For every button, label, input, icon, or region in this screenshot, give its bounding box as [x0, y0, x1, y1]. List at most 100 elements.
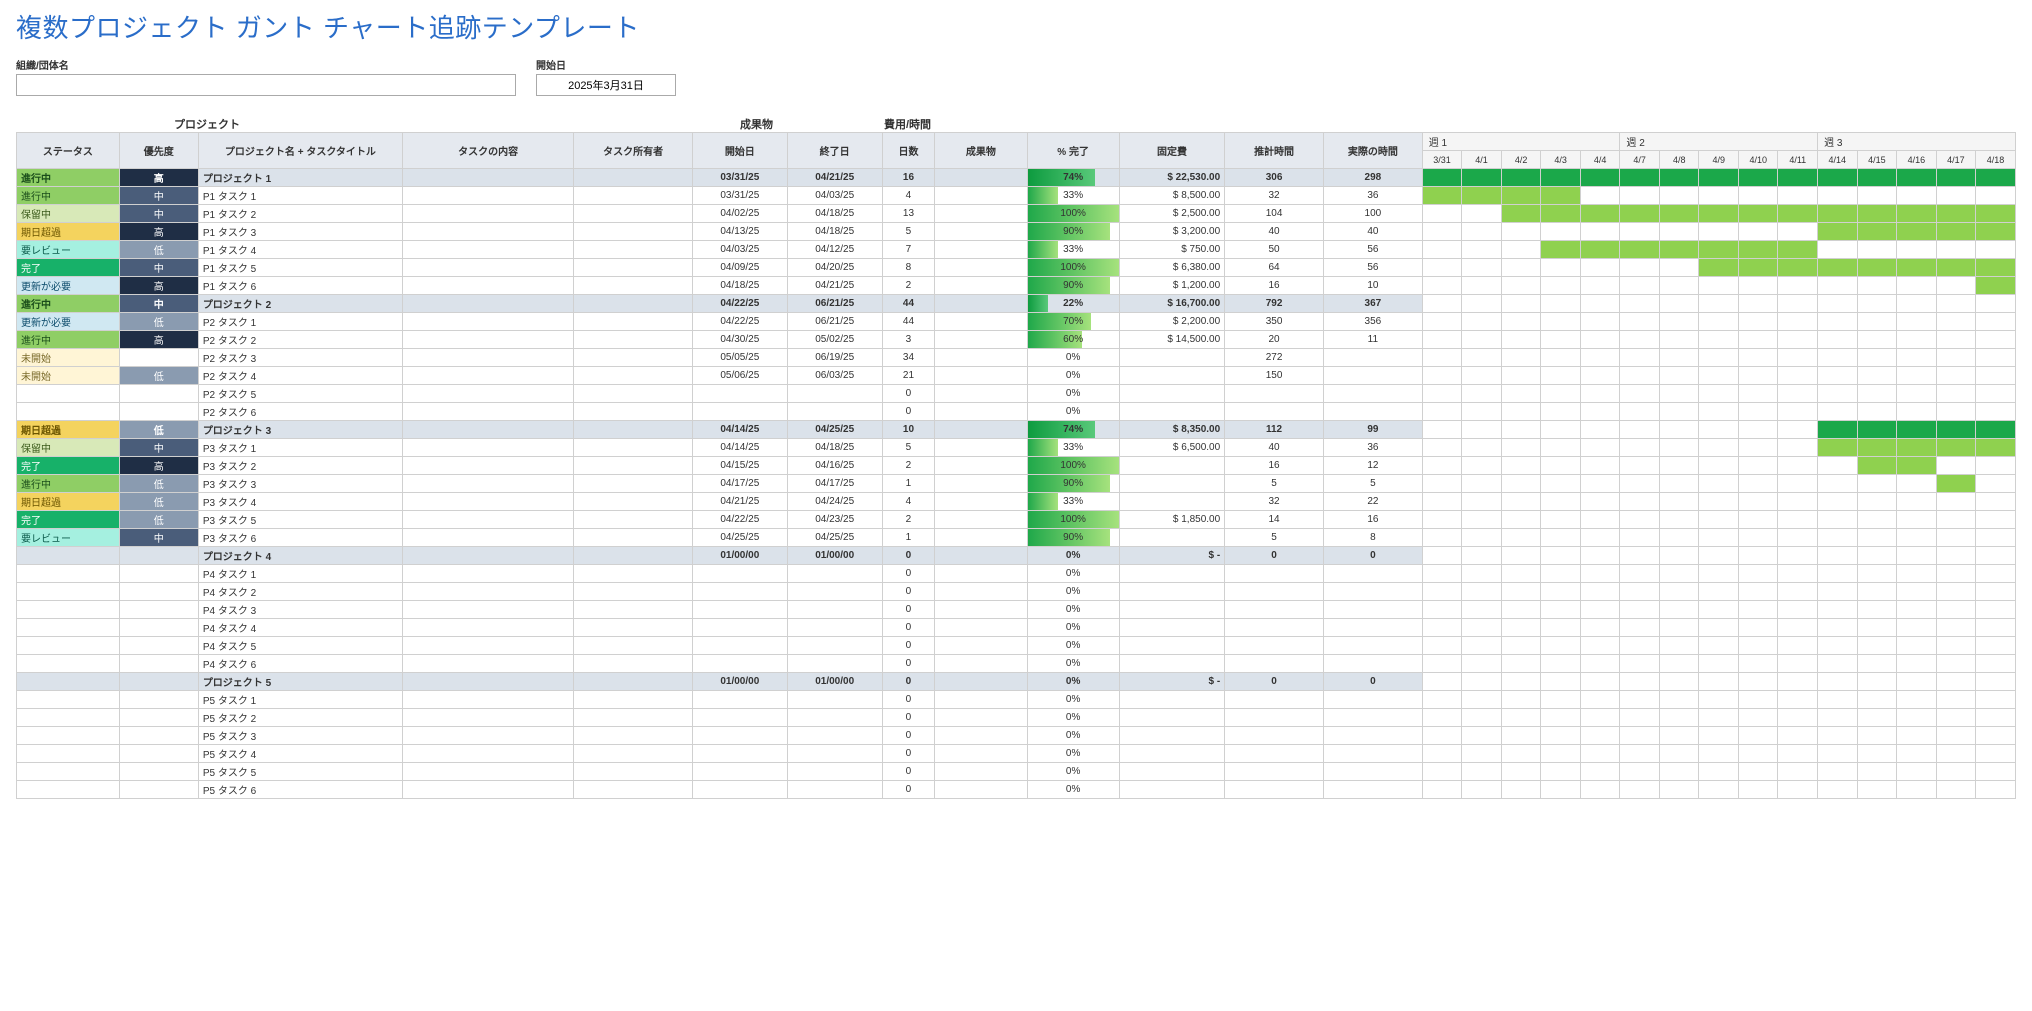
gantt-cell[interactable] — [1976, 619, 2016, 637]
owner-cell[interactable] — [574, 529, 693, 547]
deliverable-cell[interactable] — [935, 367, 1027, 385]
start-cell[interactable]: 04/09/25 — [692, 259, 787, 277]
gantt-cell[interactable] — [1501, 763, 1541, 781]
pct-cell[interactable]: 100% — [1027, 457, 1119, 475]
cost-cell[interactable]: $ 22,530.00 — [1119, 169, 1224, 187]
end-cell[interactable] — [787, 619, 882, 637]
owner-cell[interactable] — [574, 601, 693, 619]
act-cell[interactable] — [1323, 619, 1422, 637]
priority-cell[interactable] — [119, 349, 198, 367]
gantt-cell[interactable] — [1778, 223, 1818, 241]
deliverable-cell[interactable] — [935, 241, 1027, 259]
gantt-cell[interactable] — [1620, 187, 1660, 205]
gantt-cell[interactable] — [1462, 781, 1502, 799]
gantt-cell[interactable] — [1580, 295, 1620, 313]
gantt-cell[interactable] — [1699, 277, 1739, 295]
days-cell[interactable]: 13 — [882, 205, 935, 223]
task-row[interactable]: 期日超過低P3 タスク 404/21/2504/24/25433%3222 — [17, 493, 2016, 511]
name-cell[interactable]: P4 タスク 5 — [198, 637, 402, 655]
gantt-cell[interactable] — [1541, 367, 1581, 385]
end-cell[interactable]: 04/16/25 — [787, 457, 882, 475]
gantt-cell[interactable] — [1462, 367, 1502, 385]
end-cell[interactable]: 04/18/25 — [787, 205, 882, 223]
gantt-cell[interactable] — [1501, 529, 1541, 547]
gantt-cell[interactable] — [1462, 403, 1502, 421]
gantt-cell[interactable] — [1936, 169, 1976, 187]
est-cell[interactable] — [1225, 619, 1324, 637]
pct-cell[interactable]: 90% — [1027, 223, 1119, 241]
act-cell[interactable] — [1323, 601, 1422, 619]
est-cell[interactable]: 16 — [1225, 277, 1324, 295]
gantt-cell[interactable] — [1778, 637, 1818, 655]
gantt-cell[interactable] — [1897, 709, 1937, 727]
gantt-cell[interactable] — [1738, 421, 1778, 439]
gantt-cell[interactable] — [1857, 421, 1897, 439]
gantt-cell[interactable] — [1541, 691, 1581, 709]
gantt-cell[interactable] — [1778, 295, 1818, 313]
est-cell[interactable] — [1225, 709, 1324, 727]
gantt-cell[interactable] — [1936, 745, 1976, 763]
priority-cell[interactable]: 中 — [119, 187, 198, 205]
gantt-cell[interactable] — [1738, 331, 1778, 349]
priority-cell[interactable]: 中 — [119, 259, 198, 277]
task-row[interactable]: P5 タスク 300% — [17, 727, 2016, 745]
content-cell[interactable] — [403, 781, 574, 799]
gantt-cell[interactable] — [1462, 259, 1502, 277]
gantt-cell[interactable] — [1580, 349, 1620, 367]
gantt-cell[interactable] — [1857, 277, 1897, 295]
est-cell[interactable]: 104 — [1225, 205, 1324, 223]
gantt-cell[interactable] — [1738, 403, 1778, 421]
status-cell[interactable]: 更新が必要 — [17, 277, 120, 295]
end-cell[interactable]: 05/02/25 — [787, 331, 882, 349]
project-row[interactable]: プロジェクト 401/00/0001/00/0000%$ -00 — [17, 547, 2016, 565]
deliverable-cell[interactable] — [935, 619, 1027, 637]
task-row[interactable]: P4 タスク 600% — [17, 655, 2016, 673]
pct-cell[interactable]: 0% — [1027, 781, 1119, 799]
gantt-cell[interactable] — [1541, 781, 1581, 799]
gantt-cell[interactable] — [1541, 655, 1581, 673]
cost-cell[interactable] — [1119, 781, 1224, 799]
start-cell[interactable]: 04/22/25 — [692, 511, 787, 529]
gantt-cell[interactable] — [1897, 619, 1937, 637]
pct-cell[interactable]: 22% — [1027, 295, 1119, 313]
gantt-cell[interactable] — [1936, 457, 1976, 475]
gantt-cell[interactable] — [1976, 727, 2016, 745]
gantt-cell[interactable] — [1699, 547, 1739, 565]
gantt-cell[interactable] — [1778, 529, 1818, 547]
gantt-cell[interactable] — [1976, 475, 2016, 493]
gantt-cell[interactable] — [1936, 187, 1976, 205]
gantt-cell[interactable] — [1699, 295, 1739, 313]
gantt-cell[interactable] — [1897, 403, 1937, 421]
start-cell[interactable]: 04/30/25 — [692, 331, 787, 349]
content-cell[interactable] — [403, 529, 574, 547]
content-cell[interactable] — [403, 331, 574, 349]
cost-cell[interactable]: $ 1,200.00 — [1119, 277, 1224, 295]
gantt-cell[interactable] — [1778, 619, 1818, 637]
content-cell[interactable] — [403, 187, 574, 205]
gantt-cell[interactable] — [1501, 691, 1541, 709]
gantt-cell[interactable] — [1620, 295, 1660, 313]
deliverable-cell[interactable] — [935, 331, 1027, 349]
gantt-cell[interactable] — [1818, 475, 1858, 493]
content-cell[interactable] — [403, 493, 574, 511]
gantt-cell[interactable] — [1738, 655, 1778, 673]
gantt-cell[interactable] — [1738, 349, 1778, 367]
content-cell[interactable] — [403, 601, 574, 619]
gantt-cell[interactable] — [1857, 313, 1897, 331]
owner-cell[interactable] — [574, 241, 693, 259]
gantt-cell[interactable] — [1818, 529, 1858, 547]
gantt-cell[interactable] — [1501, 313, 1541, 331]
gantt-cell[interactable] — [1422, 349, 1462, 367]
gantt-cell[interactable] — [1936, 277, 1976, 295]
owner-cell[interactable] — [574, 709, 693, 727]
act-cell[interactable] — [1323, 385, 1422, 403]
gantt-cell[interactable] — [1659, 691, 1699, 709]
content-cell[interactable] — [403, 727, 574, 745]
content-cell[interactable] — [403, 205, 574, 223]
gantt-cell[interactable] — [1699, 493, 1739, 511]
status-cell[interactable] — [17, 565, 120, 583]
pct-cell[interactable]: 70% — [1027, 313, 1119, 331]
gantt-cell[interactable] — [1857, 241, 1897, 259]
gantt-cell[interactable] — [1738, 583, 1778, 601]
start-cell[interactable] — [692, 763, 787, 781]
